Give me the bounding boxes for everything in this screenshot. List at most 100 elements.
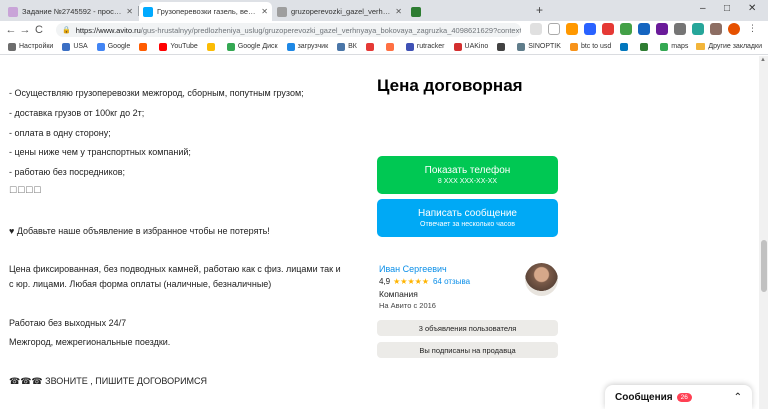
bookmark-item[interactable]: YouTube xyxy=(159,42,198,51)
bookmark-item[interactable]: Настройки xyxy=(8,42,54,51)
extension-icon[interactable] xyxy=(602,23,614,35)
bookmark-favicon-icon xyxy=(337,42,346,51)
bookmark-item[interactable]: USA xyxy=(62,42,88,51)
bookmark-label: Настройки xyxy=(19,43,54,50)
bookmark-favicon-icon xyxy=(365,42,374,51)
extension-icon[interactable] xyxy=(692,23,704,35)
bookmark-item[interactable] xyxy=(139,42,150,51)
bookmark-item[interactable]: rutracker xyxy=(405,42,445,51)
description-line: ☐☐☐☐ xyxy=(9,185,42,195)
messages-panel[interactable]: Сообщения 26 ⌃ xyxy=(605,385,752,409)
write-message-button[interactable]: Написать сообщение Отвечает за несколько… xyxy=(377,199,558,237)
profile-avatar[interactable] xyxy=(728,23,740,35)
bookmark-item[interactable]: SINOPTIK xyxy=(517,42,561,51)
scrollbar-thumb[interactable] xyxy=(761,240,767,292)
bookmark-label: USA xyxy=(73,43,88,50)
extension-icon[interactable] xyxy=(566,23,578,35)
bookmark-label: YouTube xyxy=(170,43,198,50)
back-icon[interactable]: ← xyxy=(4,24,18,36)
new-tab-button[interactable]: + xyxy=(536,3,543,17)
address-bar[interactable]: 🔒 https://www.avito.ru/gus-hrustalnyy/pr… xyxy=(56,23,521,37)
bookmark-favicon-icon xyxy=(286,42,295,51)
tab-task[interactable]: Задание №2745592 - просмотр з ✕ xyxy=(4,2,137,21)
extension-icon[interactable] xyxy=(674,23,686,35)
tab-image[interactable]: gruzoperevozki_gazel_verhnyaya ✕ xyxy=(273,2,406,21)
share-icon[interactable] xyxy=(530,23,542,35)
seller-avatar[interactable] xyxy=(525,263,558,296)
chevron-up-icon[interactable]: ⌃ xyxy=(734,392,742,403)
description-line: - работаю без посредников; xyxy=(9,167,126,177)
bookmark-item[interactable] xyxy=(497,42,508,51)
bookmark-favicon-icon xyxy=(453,42,462,51)
tab-strip: Задание №2745592 - просмотр з ✕ Грузопер… xyxy=(0,0,768,21)
close-tab-icon[interactable]: ✕ xyxy=(395,7,402,16)
tab-title: Грузоперевозки газель, верхняя xyxy=(157,7,259,16)
other-bookmarks[interactable]: Другие закладки xyxy=(696,43,762,50)
scrollbar[interactable] xyxy=(759,56,768,409)
bookmark-favicon-icon xyxy=(620,42,629,51)
extension-icon[interactable] xyxy=(710,23,722,35)
seller-name-link[interactable]: Иван Сергеевич xyxy=(379,264,447,274)
show-phone-label: Показать телефон xyxy=(424,165,511,176)
tab-avito[interactable]: Грузоперевозки газель, верхняя ✕ xyxy=(139,2,272,21)
star-bookmark-icon[interactable] xyxy=(548,23,560,35)
forward-icon[interactable]: → xyxy=(18,24,32,36)
bookmark-item[interactable]: загрузчик xyxy=(286,42,329,51)
bookmark-item[interactable]: Google Диск xyxy=(226,42,278,51)
bookmark-item[interactable] xyxy=(365,42,377,51)
bookmark-favicon-icon xyxy=(8,42,16,51)
description-line: ♥ Добавьте наше объявление в избранное ч… xyxy=(9,226,270,236)
show-phone-button[interactable]: Показать телефон 8 XXX XXX-XX-XX xyxy=(377,156,558,194)
close-tab-icon[interactable]: ✕ xyxy=(261,7,268,16)
bookmark-label: UAKino xyxy=(464,43,489,50)
description-line: Межгород, межрегиональные поездки. xyxy=(9,337,171,347)
messages-label: Сообщения xyxy=(615,391,673,403)
extension-icon[interactable] xyxy=(638,23,650,35)
bookmark-favicon-icon xyxy=(517,42,526,51)
maximize-icon[interactable]: □ xyxy=(724,3,730,14)
reload-icon[interactable]: C xyxy=(32,24,46,36)
bookmark-item[interactable]: maps xyxy=(660,42,688,51)
description-line: с юр. лицами. Любая форма оплаты (наличн… xyxy=(9,279,272,289)
bookmark-item[interactable]: UAKino xyxy=(453,42,489,51)
subscribed-button[interactable]: Вы подписаны на продавца xyxy=(377,342,558,358)
bookmark-item[interactable] xyxy=(206,42,218,51)
rating-value: 4,9 xyxy=(379,277,391,286)
response-time: Отвечает за несколько часов xyxy=(420,221,515,228)
scroll-up-icon[interactable]: ▲ xyxy=(760,57,766,63)
description-line: Цена фиксированная, без подводных камней… xyxy=(9,264,341,274)
bookmark-favicon-icon xyxy=(640,42,649,51)
menu-icon[interactable]: ⋮ xyxy=(748,23,760,35)
tab-favicon-icon xyxy=(143,6,153,17)
extension-icon[interactable] xyxy=(620,23,632,35)
reviews-link[interactable]: 64 отзыва xyxy=(433,277,470,286)
close-tab-icon[interactable]: ✕ xyxy=(126,7,133,16)
bookmark-item[interactable]: btc to usd xyxy=(569,42,611,51)
bookmark-favicon-icon xyxy=(62,42,71,51)
lock-icon: 🔒 xyxy=(62,27,71,34)
tab-other[interactable] xyxy=(407,2,537,21)
bookmark-favicon-icon xyxy=(569,42,578,51)
extension-icon[interactable] xyxy=(656,23,668,35)
bookmark-item[interactable] xyxy=(620,42,631,51)
description-line: ☎☎☎ ЗВОНИТЕ , ПИШИТЕ ДОГОВОРИМСЯ xyxy=(9,376,208,386)
user-listings-button[interactable]: 3 объявления пользователя xyxy=(377,320,558,336)
tab-title: Задание №2745592 - просмотр з xyxy=(22,7,124,16)
close-window-icon[interactable]: ✕ xyxy=(748,3,756,14)
bookmark-label: загрузчик xyxy=(297,43,329,50)
minimize-icon[interactable]: – xyxy=(700,3,706,14)
tab-favicon-icon xyxy=(8,6,18,17)
bookmark-item[interactable]: Google xyxy=(96,42,131,51)
bookmark-item[interactable] xyxy=(640,42,651,51)
description-line: - цены ниже чем у транспортных компаний; xyxy=(9,147,191,157)
bookmark-label: ВК xyxy=(348,43,357,50)
bookmark-favicon-icon xyxy=(405,42,414,51)
bookmark-favicon-icon xyxy=(96,42,105,51)
extension-icon[interactable] xyxy=(584,23,596,35)
bookmark-item[interactable]: ВК xyxy=(337,42,357,51)
url-host: https://www.avito.ru xyxy=(75,25,141,35)
bookmark-label: Google xyxy=(107,43,131,50)
bookmarks-bar: Настройки USA Google YouTube Google Диск загр… xyxy=(0,39,768,55)
bookmark-item[interactable] xyxy=(385,42,397,51)
url-path: /gus-hrustalnyy/predlozheniya_uslug/gruz… xyxy=(140,25,521,35)
